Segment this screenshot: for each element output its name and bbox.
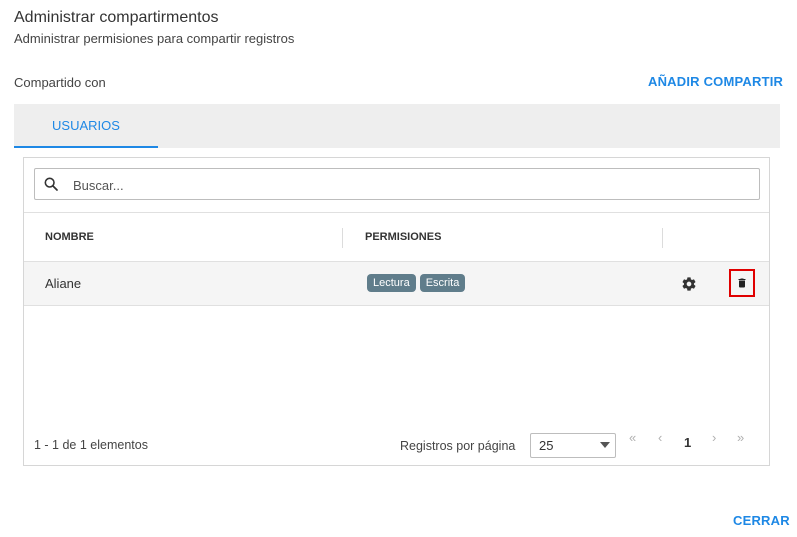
permission-chips: Lectura Escrita: [367, 273, 469, 292]
column-header-permissions[interactable]: PERMISIONES: [365, 213, 441, 261]
user-name: Aliane: [45, 276, 82, 291]
table-row[interactable]: Aliane Lectura Escrita: [24, 262, 769, 306]
search-box: [34, 168, 760, 200]
per-page-select[interactable]: 25: [530, 433, 616, 458]
current-page[interactable]: 1: [684, 435, 691, 450]
add-share-button[interactable]: AÑADIR COMPARTIR: [648, 74, 783, 89]
tab-bar: USUARIOS: [14, 104, 780, 148]
shared-with-label: Compartido con: [14, 75, 106, 90]
tab-users[interactable]: USUARIOS: [14, 104, 158, 148]
column-divider: [662, 228, 663, 248]
prev-page-icon[interactable]: ‹: [658, 430, 662, 445]
pagination-range: 1 - 1 de 1 elementos: [34, 438, 148, 452]
next-page-icon[interactable]: ›: [712, 430, 716, 445]
search-icon: [44, 177, 58, 191]
trash-icon: [738, 278, 746, 288]
first-page-icon[interactable]: «: [629, 430, 636, 445]
users-panel: NOMBRE PERMISIONES Aliane LecturaEscrita…: [23, 157, 770, 466]
chevron-down-icon: [600, 442, 610, 448]
dialog-title: Administrar compartirmentos: [14, 9, 219, 26]
per-page-value: 25: [539, 438, 554, 453]
last-page-icon[interactable]: »: [737, 430, 744, 445]
gear-icon[interactable]: [681, 276, 697, 292]
permission-chip-write: Escrita: [419, 274, 466, 292]
permission-chip-read: Lectura: [367, 274, 416, 292]
per-page-label: Registros por página: [400, 439, 516, 453]
close-button[interactable]: CERRAR: [733, 513, 790, 528]
dialog-subtitle: Administrar permisiones para compartir r…: [14, 31, 295, 46]
column-header-name[interactable]: NOMBRE: [45, 213, 94, 261]
search-input[interactable]: [71, 173, 735, 197]
column-divider: [342, 228, 343, 248]
delete-button[interactable]: [729, 269, 755, 297]
table-header: NOMBRE PERMISIONES: [24, 212, 769, 262]
